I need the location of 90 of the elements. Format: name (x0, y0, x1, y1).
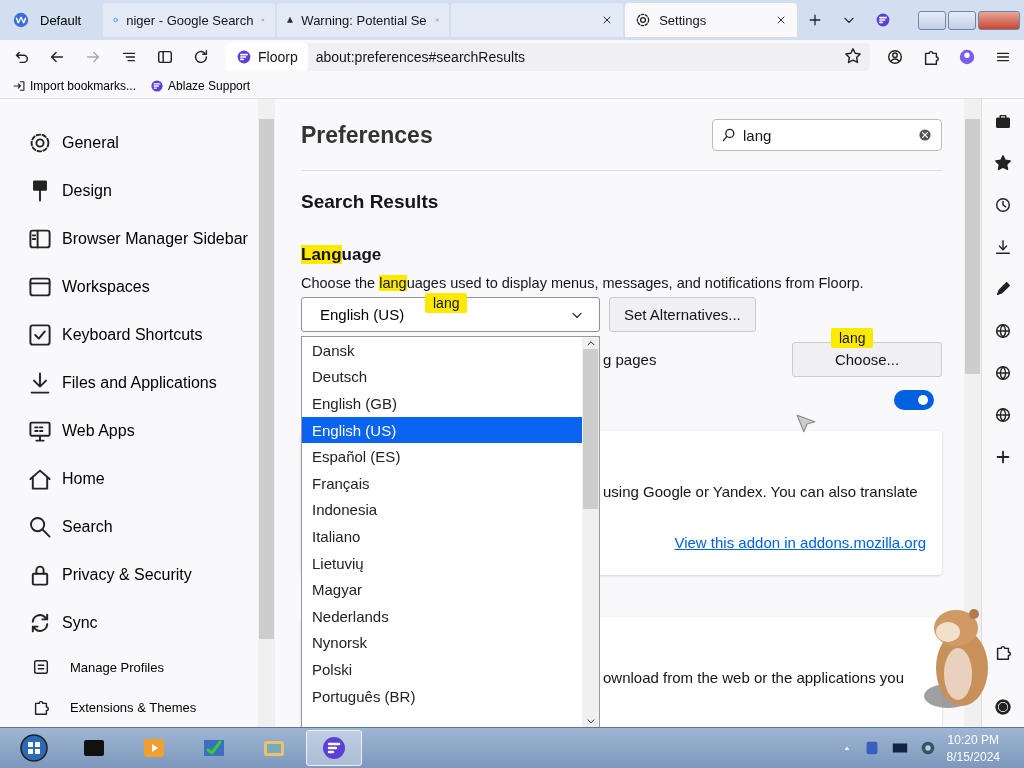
search-icon (28, 515, 52, 539)
sidebar-item[interactable]: Files and Applications (0, 359, 258, 407)
gear-icon (28, 131, 52, 155)
sidebar-item[interactable]: Web Apps (0, 407, 258, 455)
checkbox-icon (28, 323, 52, 347)
dropdown-option[interactable]: Português (BR) (302, 682, 582, 710)
dropdown-option[interactable]: English (GB) (302, 390, 582, 417)
group-heading: Language (301, 245, 383, 266)
highlight-tooltip: lang (425, 293, 468, 313)
url-field[interactable]: Floorp about:preferences#searchResults (226, 43, 870, 71)
dropdown-option[interactable]: Indonesia (302, 496, 582, 524)
sidebar-icon (28, 227, 52, 251)
profile-icon (958, 48, 976, 66)
card-text: using Google or Yandex. You can also translate (603, 483, 918, 500)
puzzle-icon (32, 698, 50, 716)
plus-icon (994, 448, 1012, 466)
download-icon (28, 371, 52, 395)
browser-tab[interactable]: Warning: Potential Se (277, 3, 450, 37)
gear-icon (635, 12, 652, 28)
window-icon (28, 275, 52, 299)
floorp-icon (320, 734, 348, 762)
account-icon (886, 48, 904, 66)
dropdown-option[interactable]: Polski (302, 656, 582, 683)
puzzle-icon (922, 48, 940, 66)
windows-icon (20, 734, 48, 762)
scrollbar-thumb[interactable] (583, 349, 598, 509)
monitor-icon (28, 419, 52, 443)
section-title: Search Results (301, 191, 440, 214)
workspace-button[interactable]: Default (4, 3, 102, 37)
reload-icon (192, 48, 210, 66)
browser-tab[interactable]: Settings (625, 3, 798, 37)
sidebar-icon (156, 48, 174, 66)
bookmark-item[interactable]: Ablaze Support (150, 79, 251, 93)
dropdown-option[interactable]: Magyar (302, 576, 582, 603)
dropdown-option[interactable]: Español (ES) (302, 443, 582, 470)
dropdown-option[interactable]: Nederlands (302, 602, 582, 630)
set-alternatives-button[interactable]: Set Alternatives... (609, 297, 756, 332)
taskbar-button[interactable] (306, 730, 362, 766)
clear-icon[interactable] (917, 127, 933, 143)
cursor-icon (795, 413, 817, 435)
import-icon (12, 79, 26, 93)
setting-text: g pages (603, 351, 657, 368)
description: Choose the languages used to display menus, messages, and notifications from Floorp. (301, 275, 865, 293)
dropdown-option[interactable]: English (US) (302, 416, 582, 444)
sidebar-item[interactable]: General (0, 119, 258, 167)
puzzle-icon (994, 643, 1012, 661)
sidebar-item[interactable]: Search (0, 503, 258, 551)
sidebar-item[interactable]: Extensions & Themes (0, 687, 258, 727)
sidebar-item[interactable]: Design (0, 167, 258, 215)
sidebar-item[interactable]: Keyboard Shortcuts (0, 311, 258, 359)
dropdown-option[interactable]: Deutsch (302, 363, 582, 391)
star-icon (994, 154, 1012, 172)
close-button[interactable] (978, 10, 1020, 30)
addon-link[interactable]: View this addon in addons.mozilla.org (603, 534, 926, 551)
maximize-button[interactable] (948, 10, 976, 30)
sidebar-item[interactable]: Workspaces (0, 263, 258, 311)
floorp-icon (236, 49, 252, 65)
url-text: about:preferences#searchResults (315, 49, 526, 65)
star-icon[interactable] (844, 46, 862, 65)
sidebar-item[interactable]: Browser Manager Sidebar (0, 215, 258, 263)
pen-icon (994, 280, 1012, 298)
gear-icon (994, 698, 1012, 716)
scrollbar[interactable] (258, 99, 275, 727)
sidebar-item[interactable]: Manage Profiles (0, 647, 258, 687)
page-title: Preferences (301, 121, 433, 149)
card-text: ownload from the web or the applications you (603, 669, 904, 686)
dropdown-option[interactable]: Nynorsk (302, 629, 582, 657)
minimize-button[interactable] (918, 10, 946, 30)
bookmark-item[interactable]: Import bookmarks... (12, 79, 137, 93)
dropdown-option[interactable]: Français (302, 469, 582, 497)
dropdown-option[interactable]: Dansk (302, 337, 582, 364)
sidebar-item[interactable]: Privacy & Security (0, 551, 258, 599)
identity-button[interactable]: Floorp (226, 43, 308, 71)
search-icon (721, 127, 737, 143)
search-field[interactable]: lang (712, 119, 942, 151)
clock-icon (994, 196, 1012, 214)
toggle-switch[interactable] (894, 390, 934, 410)
scrollbar-thumb[interactable] (965, 119, 980, 374)
dropdown-option[interactable]: Italiano (302, 523, 582, 550)
download-icon (994, 238, 1012, 256)
sidebar-item[interactable]: Sync (0, 599, 258, 647)
floorp-icon (150, 79, 165, 93)
profile-icon (32, 658, 50, 676)
highlight-tooltip: lang (831, 328, 874, 348)
home-icon (28, 467, 52, 491)
floorp-icon (875, 12, 892, 28)
dropdown-option[interactable]: Lietuvių (302, 549, 582, 577)
toolbox-icon (994, 112, 1012, 130)
sidebar-item[interactable]: Home (0, 455, 258, 503)
browser-tab[interactable]: niger - Google Search (103, 3, 276, 37)
